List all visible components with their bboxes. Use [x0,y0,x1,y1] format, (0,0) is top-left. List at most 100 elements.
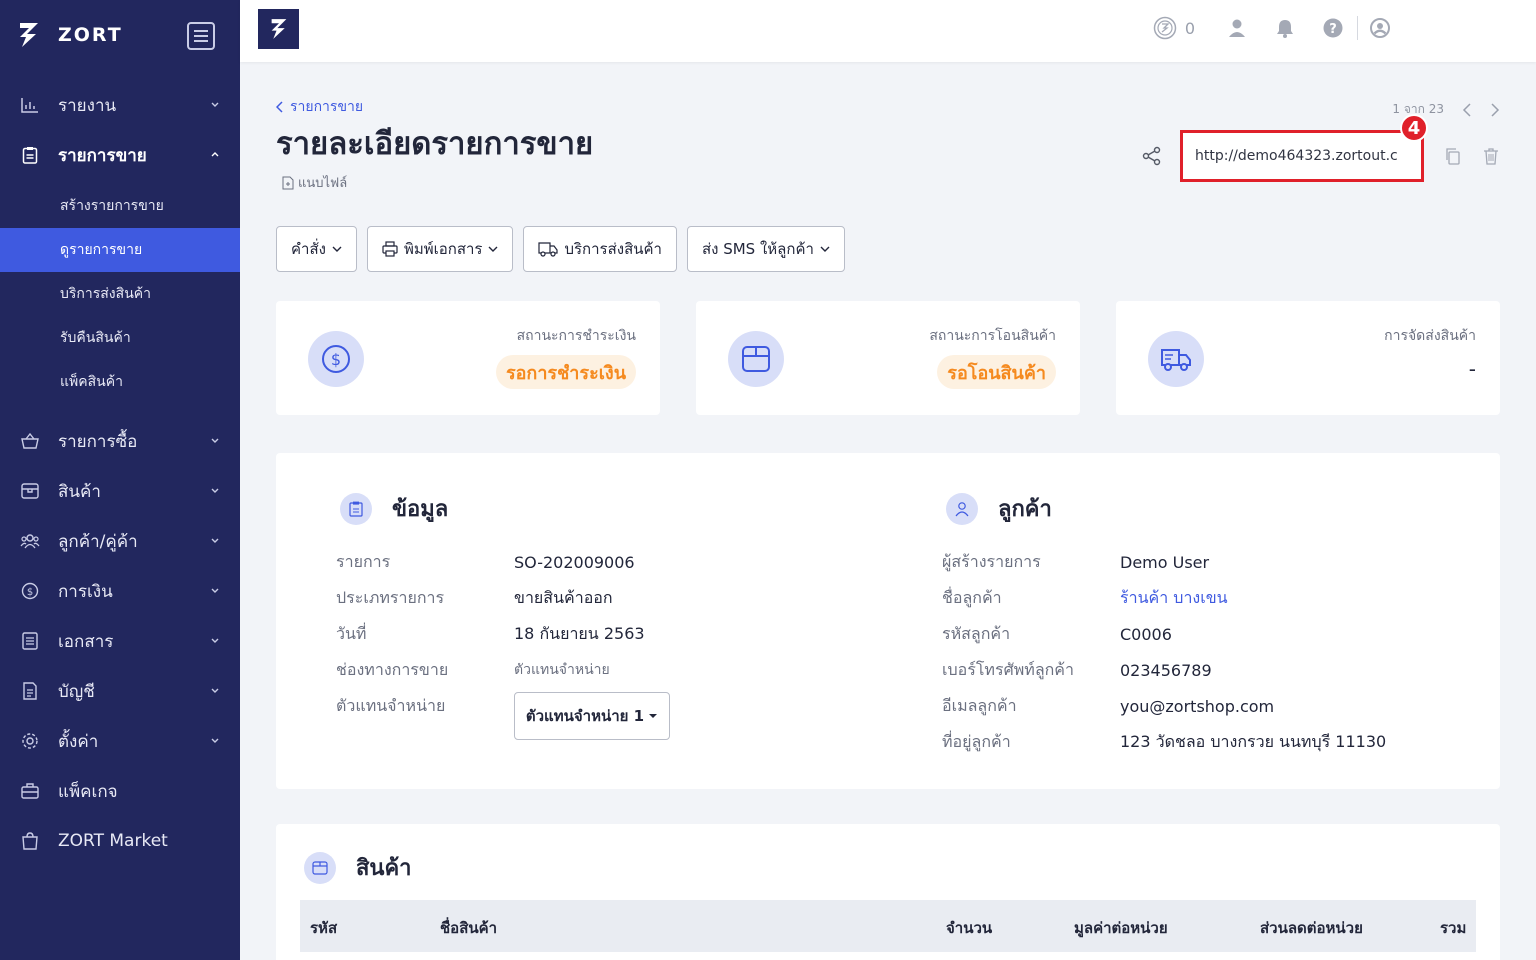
coin-balance[interactable]: 0 [1153,16,1195,40]
field-value: Demo User [1120,552,1210,572]
user-icon [946,492,978,525]
submenu-item-view-sales[interactable]: ดูรายการขาย [0,228,240,272]
svg-text:$: $ [331,350,341,369]
attach-file-link[interactable]: แนบไฟล์ [282,172,347,193]
payment-status-card: $ สถานะการชำระเงิน รอการชำระเงิน [276,301,660,415]
chevron-down-icon [332,246,342,252]
command-label: คำสั่ง [291,240,326,258]
users-icon [20,531,40,551]
file-icon [282,176,294,189]
info-row: ประเภทรายการ ขายสินค้าออก [336,580,645,616]
chevron-down-icon [211,688,219,693]
sidebar-item-label: สินค้า [58,481,101,502]
breadcrumb-link[interactable]: รายการขาย [290,96,363,118]
command-dropdown-button[interactable]: คำสั่ง [276,226,357,272]
user-icon[interactable] [1225,16,1249,40]
chevron-up-icon [211,152,219,157]
sidebar-item-accounting[interactable]: บัญชี [0,666,240,716]
sidebar-item-report[interactable]: รายงาน [0,80,240,130]
help-icon[interactable]: ? [1321,16,1345,40]
sidebar-item-finance[interactable]: $ การเงิน [0,566,240,616]
clipboard-icon [340,492,372,525]
submenu-item-pack[interactable]: แพ็คสินค้า [0,360,240,404]
sidebar-item-sales[interactable]: รายการขาย [0,130,240,180]
delivery-truck-icon [1148,331,1204,387]
customer-section-title: ลูกค้า [998,497,1052,522]
brand-name: ZORT [58,24,123,46]
sidebar-item-label: แพ็คเกจ [58,781,118,802]
customer-fields: ผู้สร้างรายการ Demo User ชื่อลูกค้า ร้านค้… [942,544,1386,760]
sidebar-item-label: รายการซื้อ [58,431,138,452]
info-section-header: ข้อมูล [340,491,448,526]
prev-record-icon[interactable] [1462,102,1472,117]
chevron-down-icon [211,102,219,107]
print-documents-button[interactable]: พิมพ์เอกสาร [366,226,514,272]
print-label: พิมพ์เอกสาร [403,240,483,258]
sidebar-item-documents[interactable]: เอกสาร [0,616,240,666]
column-header: จำนวน [946,919,993,937]
field-label: ผู้สร้างรายการ [942,551,1041,571]
field-value: C0006 [1120,624,1172,644]
send-sms-button[interactable]: ส่ง SMS ให้ลูกค้า [686,226,845,272]
document-icon [20,631,40,651]
products-card: สินค้า รหัส ชื่อสินค้า จำนวน มูลค่าต่อหน… [276,824,1500,960]
sidebar-item-zort-market[interactable]: ZORT Market [0,816,240,866]
customer-row: รหัสลูกค้า C0006 [942,616,1386,652]
field-label: รายการ [336,551,391,571]
share-url-field[interactable]: http://demo464323.zortout.c [1180,130,1424,182]
agent-select-value: ตัวแทนจำหน่าย 1 [525,707,645,725]
bell-icon[interactable] [1273,16,1297,40]
caret-down-icon [649,714,658,718]
trash-icon[interactable] [1482,147,1500,165]
breadcrumb[interactable]: รายการขาย [276,96,363,118]
sidebar-item-products[interactable]: สินค้า [0,466,240,516]
dollar-icon: $ [20,581,40,601]
sales-submenu: สร้างรายการขาย ดูรายการขาย บริการส่งสินค… [0,184,240,404]
sidebar-item-purchases[interactable]: รายการซื้อ [0,416,240,466]
customer-section-header: ลูกค้า [946,491,1052,526]
payment-status-badge: รอการชำระเงิน [495,355,636,389]
transfer-status-card: สถานะการโอนสินค้า รอโอนสินค้า [696,301,1080,415]
delivery-status-label: การจัดส่งสินค้า [1384,328,1476,344]
customer-name-link[interactable]: ร้านค้า บางเขน [1120,586,1228,611]
submenu-item-shipping[interactable]: บริการส่งสินค้า [0,272,240,316]
box-icon [728,331,784,387]
sidebar-item-label: ตั้งค่า [58,731,99,752]
next-record-icon[interactable] [1490,102,1500,117]
menu-toggle-icon[interactable] [187,22,215,50]
sidebar-item-contacts[interactable]: ลูกค้า/คู่ค้า [0,516,240,566]
sidebar-item-package[interactable]: แพ็คเกจ [0,766,240,816]
field-value: ตัวแทนจำหน่าย [514,662,610,678]
info-row: ช่องทางการขาย ตัวแทนจำหน่าย [336,652,645,688]
sidebar-item-settings[interactable]: ตั้งค่า [0,716,240,766]
field-label: อีเมลลูกค้า [942,695,1017,715]
top-logo[interactable] [258,9,299,49]
brand[interactable]: ZORT [0,0,240,70]
customer-row: ที่อยู่ลูกค้า 123 วัดชลอ บางกรวย นนทบุรี … [942,724,1386,760]
share-icon[interactable] [1142,146,1162,166]
chevron-down-icon [211,488,219,493]
chevron-down-icon [211,538,219,543]
shipping-service-button[interactable]: บริการส่งสินค้า [523,226,677,272]
info-row: วันที่ 18 กันยายน 2563 [336,616,645,652]
sms-label: ส่ง SMS ให้ลูกค้า [701,240,814,258]
field-value: SO-202009006 [514,552,635,572]
share-row: http://demo464323.zortout.c [1142,130,1500,182]
agent-select[interactable]: ตัวแทนจำหน่าย 1 [514,692,670,740]
sidebar-item-label: ลูกค้า/คู่ค้า [58,531,138,552]
column-header: รหัส [310,919,338,937]
step-number-badge: 4 [1400,114,1428,142]
field-label: วันที่ [336,623,367,643]
clipboard-icon [20,145,40,165]
products-table-header: รหัส ชื่อสินค้า จำนวน มูลค่าต่อหน่วย ส่ว… [300,900,1476,952]
submenu-item-create-sale[interactable]: สร้างรายการขาย [0,184,240,228]
chevron-down-icon [211,738,219,743]
account-icon[interactable] [1368,16,1392,40]
info-section-title: ข้อมูล [392,497,449,522]
zort-logo-icon [271,19,286,39]
submenu-item-returns[interactable]: รับคืนสินค้า [0,316,240,360]
dollar-circle-icon: $ [308,331,364,387]
box-icon [20,481,40,501]
copy-icon[interactable] [1444,147,1462,165]
sidebar-item-label: บัญชี [58,681,95,702]
